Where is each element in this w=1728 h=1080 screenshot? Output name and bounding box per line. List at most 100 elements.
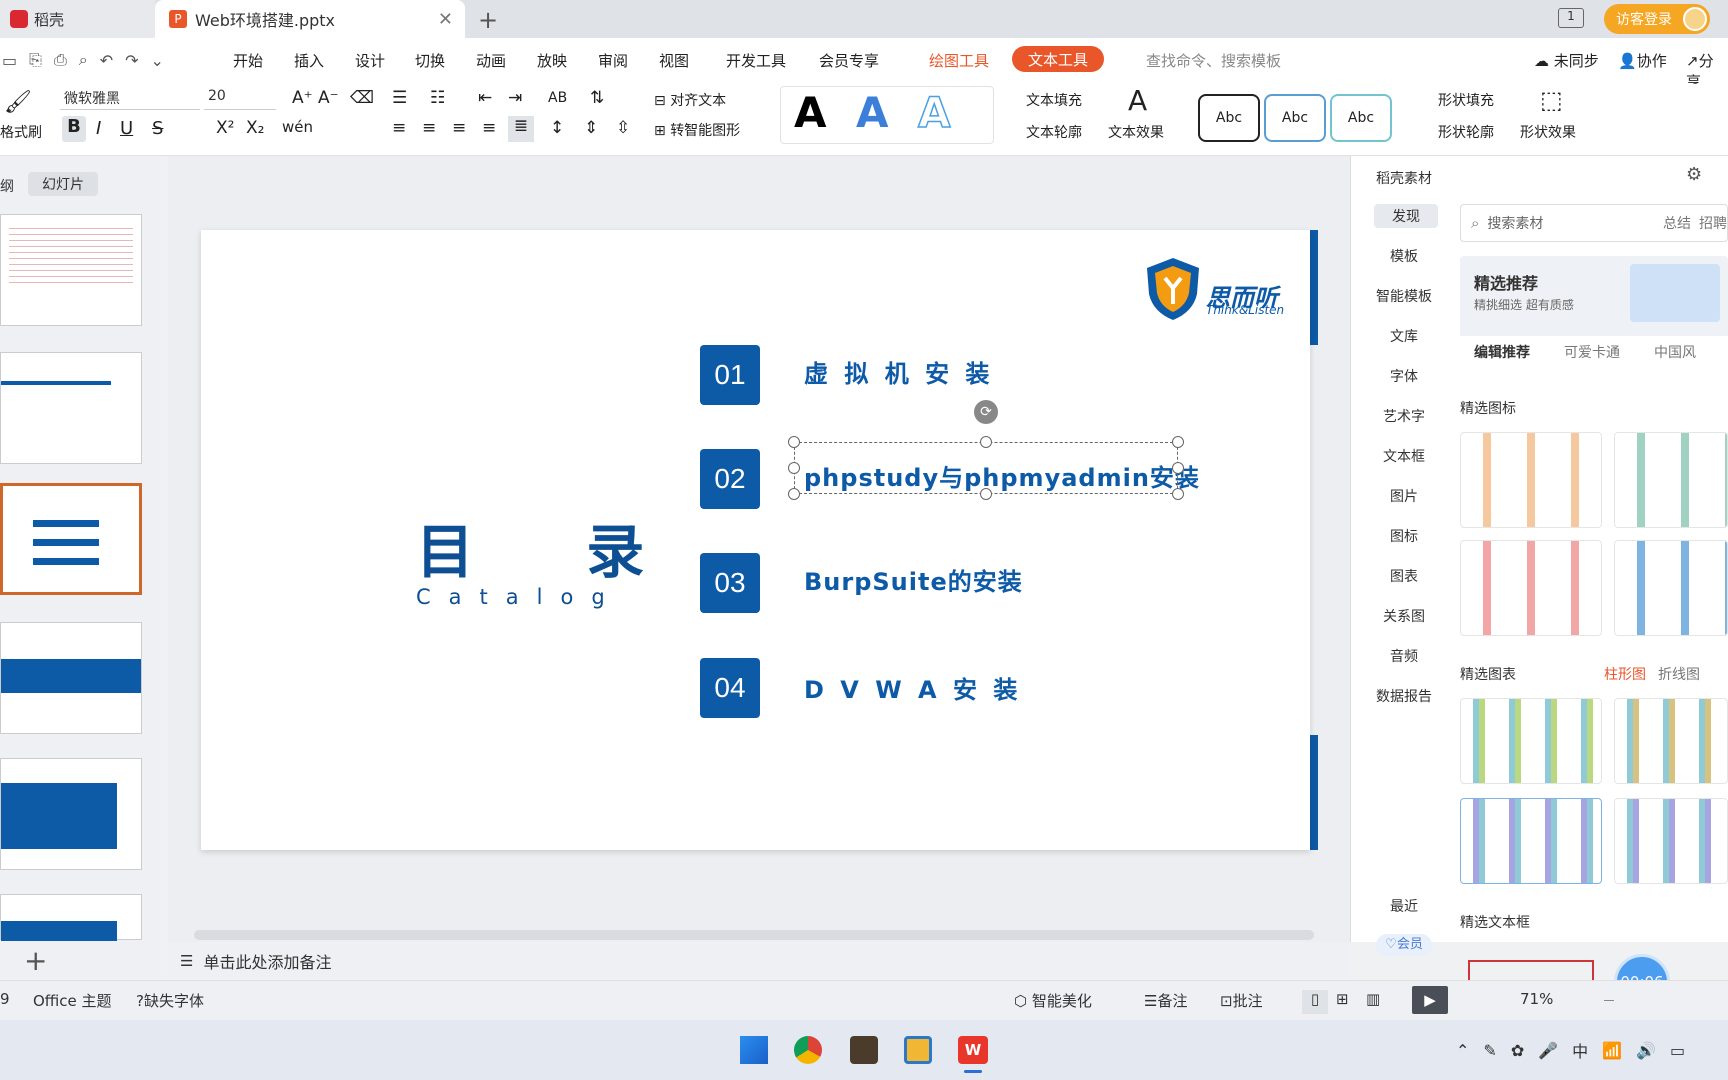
panel-header[interactable]: 稻壳素材	[1376, 168, 1432, 188]
distribute-icon[interactable]: ≣	[508, 116, 534, 142]
side-nav-audio[interactable]: 音频	[1390, 646, 1418, 666]
menu-insert[interactable]: 插入	[294, 50, 324, 71]
decrease-indent-icon[interactable]: ⇤	[478, 88, 492, 108]
member-button[interactable]: ♡会员	[1376, 934, 1432, 956]
play-slideshow-icon[interactable]: ▶	[1412, 986, 1448, 1014]
slide-thumbnail-active[interactable]	[0, 483, 142, 595]
resize-handle[interactable]	[788, 488, 800, 500]
icon-pack-card[interactable]	[1460, 540, 1602, 636]
shape-effect-button[interactable]: 形状效果	[1520, 122, 1576, 142]
clear-format-icon[interactable]: ⌫	[350, 88, 374, 108]
redo-icon[interactable]: ↷	[125, 51, 138, 70]
side-nav-textbox[interactable]: 文本框	[1383, 446, 1425, 466]
chevron-up-icon[interactable]: ⌃	[1456, 1041, 1469, 1060]
icon-pack-card[interactable]	[1614, 432, 1728, 528]
theme-name[interactable]: Office 主题	[33, 990, 112, 1011]
side-nav-chart[interactable]: 图表	[1390, 566, 1418, 586]
text-selection-box[interactable]	[794, 442, 1178, 494]
item-text[interactable]: BurpSuite的安装	[804, 562, 1023, 597]
zoom-level[interactable]: 71%	[1520, 990, 1553, 1008]
menu-developer[interactable]: 开发工具	[726, 50, 786, 71]
icon-pack-card[interactable]	[1614, 540, 1728, 636]
font-size-field[interactable]: 20	[204, 88, 276, 110]
featured-tab[interactable]: 中国风	[1654, 342, 1696, 362]
side-nav-data-report[interactable]: 数据报告	[1376, 686, 1432, 706]
align-center-icon[interactable]: ≡	[422, 118, 436, 138]
shape-style-blue[interactable]: Abc	[1264, 94, 1326, 142]
notes-bar[interactable]: ☰ 单击此处添加备注	[168, 942, 1350, 980]
side-nav-library[interactable]: 文库	[1390, 326, 1418, 346]
vm-app-icon[interactable]	[904, 1036, 932, 1064]
grid-view-icon[interactable]: ⊞	[1336, 990, 1349, 1008]
chart-template-card[interactable]	[1614, 698, 1728, 784]
menu-text-tools[interactable]: 文本工具	[1012, 46, 1104, 72]
catalog-subtitle[interactable]: Catalog	[416, 585, 623, 609]
menu-view[interactable]: 视图	[659, 50, 689, 71]
justify-icon[interactable]: ≡	[482, 118, 496, 138]
shape-fill-button[interactable]: 形状填充	[1438, 90, 1494, 110]
side-nav-picture[interactable]: 图片	[1390, 486, 1418, 506]
catalog-title[interactable]: 目 录	[416, 505, 690, 589]
resize-handle[interactable]	[788, 462, 800, 474]
resize-handle[interactable]	[1172, 488, 1184, 500]
menu-design[interactable]: 设计	[355, 50, 385, 71]
guest-login-button[interactable]: 访客登录	[1604, 4, 1710, 34]
slide-thumbnail[interactable]	[0, 622, 142, 734]
side-nav-discover[interactable]: 发现	[1374, 204, 1438, 228]
tab-outline[interactable]: 纲	[0, 176, 14, 196]
add-slide-icon[interactable]: +	[24, 944, 47, 977]
chart-template-card[interactable]	[1460, 698, 1602, 784]
subscript-icon[interactable]: X₂	[246, 118, 264, 138]
item-number-box[interactable]: 04	[700, 658, 760, 718]
spacing-more-icon[interactable]: ⇳	[616, 118, 630, 138]
format-painter[interactable]: 格式刷	[0, 122, 42, 142]
page-count-icon[interactable]: 1	[1558, 8, 1584, 28]
resize-handle[interactable]	[788, 436, 800, 448]
undo-icon[interactable]: ↶	[100, 51, 113, 70]
align-left-icon[interactable]: ≡	[392, 118, 406, 138]
slide-thumbnail[interactable]	[0, 214, 142, 326]
slide-thumbnail[interactable]	[0, 758, 142, 870]
menu-member[interactable]: 会员专享	[819, 50, 879, 71]
smart-shape-button[interactable]: ⊞ 转智能图形	[654, 120, 740, 140]
side-nav-icon[interactable]: 图标	[1390, 526, 1418, 546]
text-fill-button[interactable]: 文本填充	[1026, 90, 1082, 110]
font-name-field[interactable]: 微软雅黑	[60, 88, 200, 110]
item-number-box[interactable]: 02	[700, 449, 760, 509]
side-nav-recent[interactable]: 最近	[1390, 896, 1418, 916]
bold-icon[interactable]: B	[62, 116, 86, 142]
featured-tab-active[interactable]: 编辑推荐	[1474, 342, 1530, 362]
chrome-icon[interactable]	[794, 1036, 822, 1064]
print-icon[interactable]: ⎙	[54, 50, 67, 70]
line-spacing-icon[interactable]: ↕	[550, 118, 564, 138]
slide-thumbnail[interactable]	[0, 352, 142, 464]
preview-icon[interactable]: ⌕	[79, 50, 88, 70]
zoom-slider[interactable]	[1604, 1000, 1614, 1001]
windows-start-icon[interactable]	[740, 1036, 768, 1064]
material-search-input[interactable]: ⌕ 搜索素材 总结 招聘	[1460, 204, 1728, 242]
notes-toggle-button[interactable]: ☰备注	[1144, 990, 1187, 1011]
side-nav-font[interactable]: 字体	[1390, 366, 1418, 386]
tab-home[interactable]: 稻壳	[0, 0, 155, 38]
sort-icon[interactable]: ⇅	[590, 88, 604, 108]
normal-view-icon[interactable]: ▯	[1302, 990, 1328, 1014]
side-nav-wordart[interactable]: 艺术字	[1383, 406, 1425, 426]
rotate-handle-icon[interactable]: ⟳	[974, 400, 998, 424]
chart-template-card[interactable]	[1460, 798, 1602, 884]
resize-handle[interactable]	[980, 488, 992, 500]
menu-animation[interactable]: 动画	[476, 50, 506, 71]
item-text[interactable]: 虚 拟 机 安 装	[804, 354, 993, 389]
command-search[interactable]: 查找命令、搜索模板	[1146, 50, 1281, 71]
shape-outline-button[interactable]: 形状轮廓	[1438, 122, 1494, 142]
increase-indent-icon[interactable]: ⇥	[508, 88, 522, 108]
menu-start[interactable]: 开始	[233, 50, 263, 71]
collab-button[interactable]: 👤协作	[1618, 50, 1667, 71]
save-icon[interactable]: ▭	[2, 51, 17, 70]
shape-style-black[interactable]: Abc	[1198, 94, 1260, 142]
ime-indicator[interactable]: 中	[1572, 1038, 1588, 1062]
slide-thumbnail[interactable]	[0, 894, 142, 941]
menu-review[interactable]: 审阅	[598, 50, 628, 71]
featured-tab[interactable]: 可爱卡通	[1564, 342, 1620, 362]
text-style-blue[interactable]: A	[856, 88, 889, 137]
close-icon[interactable]: ✕	[438, 9, 453, 30]
